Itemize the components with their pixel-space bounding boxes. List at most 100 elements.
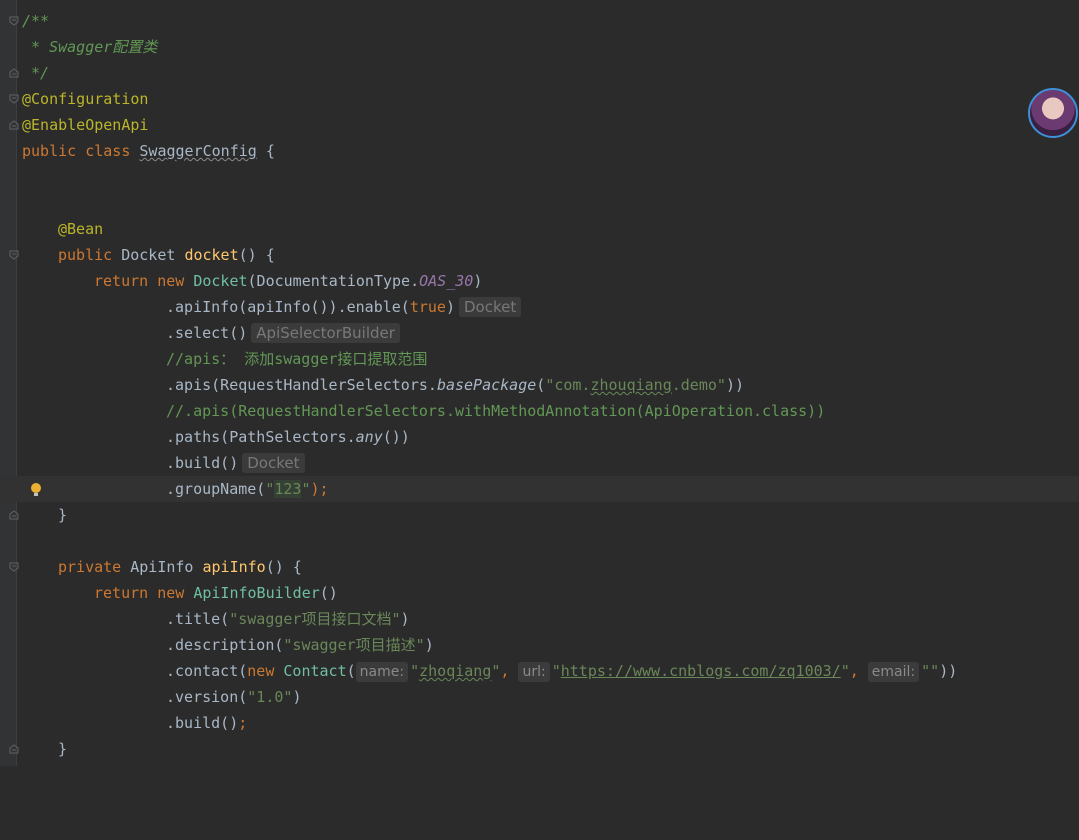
- code-text: ): [400, 610, 410, 628]
- code-line: return new Docket(DocumentationType.OAS_…: [0, 268, 1079, 294]
- comma: ,: [849, 662, 868, 680]
- keyword: public class: [22, 142, 140, 160]
- code-line: private ApiInfo apiInfo() {: [0, 554, 1079, 580]
- code-line: //apis： 添加swagger接口提取范围: [0, 346, 1079, 372]
- chain-call: .contact(new Contact(name: "zhoqiang", ur…: [166, 658, 957, 684]
- code-text: ()): [382, 428, 410, 446]
- code-text: .groupName(: [166, 480, 266, 498]
- code-text: ): [445, 298, 455, 316]
- chain-call: .apis(RequestHandlerSelectors.basePackag…: [166, 372, 744, 398]
- brace: {: [256, 142, 275, 160]
- method-declaration: private ApiInfo apiInfo() {: [58, 554, 302, 580]
- code-text: (: [536, 376, 546, 394]
- method-name[interactable]: apiInfo: [203, 558, 266, 576]
- annotation-enable-openapi: @EnableOpenApi: [22, 116, 149, 134]
- code-line: .apis(RequestHandlerSelectors.basePackag…: [0, 372, 1079, 398]
- return-statement: return new ApiInfoBuilder(): [94, 580, 338, 606]
- code-line: return new ApiInfoBuilder(): [0, 580, 1079, 606]
- string-literal: "1.0": [247, 688, 293, 706]
- chain-call: .build() Docket: [166, 450, 305, 476]
- string-literal: zhoqiang: [419, 662, 492, 680]
- string-literal: ": [301, 480, 311, 498]
- code-line: }: [0, 502, 1079, 528]
- code-line: }: [0, 736, 1079, 762]
- code-line: //.apis(RequestHandlerSelectors.withMeth…: [0, 398, 1079, 424]
- fold-marker-icon[interactable]: [9, 562, 19, 572]
- fold-marker-icon[interactable]: [9, 250, 19, 260]
- class-name[interactable]: SwaggerConfig: [139, 142, 256, 160]
- constructor-call: Docket: [193, 272, 248, 290]
- code-line: .version("1.0"): [0, 684, 1079, 710]
- chain-call: .description("swagger项目描述"): [166, 632, 434, 658]
- fold-marker-icon[interactable]: [9, 16, 19, 26]
- code-line: /**: [0, 8, 1079, 34]
- chain-call: .version("1.0"): [166, 684, 301, 710]
- method-name[interactable]: docket: [184, 246, 238, 264]
- class-declaration: public class SwaggerConfig {: [22, 138, 275, 164]
- code-text: .paths(PathSelectors.: [166, 428, 356, 446]
- doc-comment-start: /**: [22, 12, 50, 30]
- url-link[interactable]: https://www.cnblogs.com/zq1003/: [561, 662, 841, 680]
- constructor-call: ApiInfoBuilder: [193, 584, 320, 602]
- semicolon: ;: [238, 714, 248, 732]
- chain-call: .select() ApiSelectorBuilder: [166, 320, 400, 346]
- keyword: private: [58, 558, 131, 576]
- param-name-hint: email:: [867, 662, 920, 682]
- return-type: Docket: [121, 246, 185, 264]
- code-text: .title(: [166, 610, 230, 628]
- code-text: ): [292, 688, 302, 706]
- constructor-call: Contact: [283, 662, 347, 680]
- chain-call: .apiInfo(apiInfo()).enable(true) Docket: [166, 294, 522, 320]
- string-literal: "com.: [545, 376, 591, 394]
- static-method: any: [355, 428, 383, 446]
- code-line: * Swagger配置类: [0, 34, 1079, 60]
- code-text: (): [319, 584, 338, 602]
- param-name-hint: name:: [355, 662, 409, 682]
- code-text: .version(: [166, 688, 248, 706]
- code-text: .contact(: [166, 662, 248, 680]
- code-text: (: [346, 662, 356, 680]
- code-text: ): [473, 272, 483, 290]
- code-text: ): [424, 636, 434, 654]
- params: () {: [265, 558, 302, 576]
- return-type: ApiInfo: [130, 558, 203, 576]
- line-comment: //.apis(RequestHandlerSelectors.withMeth…: [166, 402, 826, 420]
- user-avatar[interactable]: [1028, 88, 1078, 138]
- type-hint: Docket: [242, 453, 305, 473]
- doc-comment-end: */: [22, 64, 50, 82]
- code-text: )): [939, 662, 958, 680]
- string-literal: "": [921, 662, 940, 680]
- code-line-current: .groupName("123");: [0, 476, 1079, 502]
- code-line: @Bean: [0, 216, 1079, 242]
- fold-marker-icon[interactable]: [9, 510, 19, 520]
- fold-marker-icon[interactable]: [9, 744, 19, 754]
- code-line: public Docket docket() {: [0, 242, 1079, 268]
- code-line: .select() ApiSelectorBuilder: [0, 320, 1079, 346]
- fold-marker-icon[interactable]: [9, 94, 19, 104]
- type-hint: ApiSelectorBuilder: [251, 323, 400, 343]
- keyword: public: [58, 246, 122, 264]
- keyword-true: true: [409, 298, 446, 316]
- code-text: .apiInfo(apiInfo()).enable(: [166, 298, 410, 316]
- chain-call: .title("swagger项目接口文档"): [166, 606, 410, 632]
- code-line: .build();: [0, 710, 1079, 736]
- fold-marker-icon[interactable]: [9, 68, 19, 78]
- string-literal: zhouqiang: [590, 376, 672, 394]
- closing-brace: }: [58, 740, 68, 758]
- param-name-hint: url:: [518, 662, 550, 682]
- string-literal: ": [840, 662, 850, 680]
- code-line: @EnableOpenApi: [0, 112, 1079, 138]
- intention-bulb-icon[interactable]: [30, 482, 42, 498]
- fold-marker-icon[interactable]: [9, 120, 19, 130]
- string-literal: "swagger项目接口文档": [229, 610, 401, 628]
- code-line: .apiInfo(apiInfo()).enable(true) Docket: [0, 294, 1079, 320]
- annotation-bean: @Bean: [58, 220, 104, 238]
- closing-brace: }: [58, 506, 68, 524]
- code-text: .apis(RequestHandlerSelectors.: [166, 376, 437, 394]
- params: () {: [238, 246, 275, 264]
- string-literal: ": [551, 662, 561, 680]
- code-text: .build(): [166, 454, 239, 472]
- code-line: .paths(PathSelectors.any()): [0, 424, 1079, 450]
- line-comment: //apis： 添加swagger接口提取范围: [166, 350, 428, 368]
- keyword: return new: [94, 584, 194, 602]
